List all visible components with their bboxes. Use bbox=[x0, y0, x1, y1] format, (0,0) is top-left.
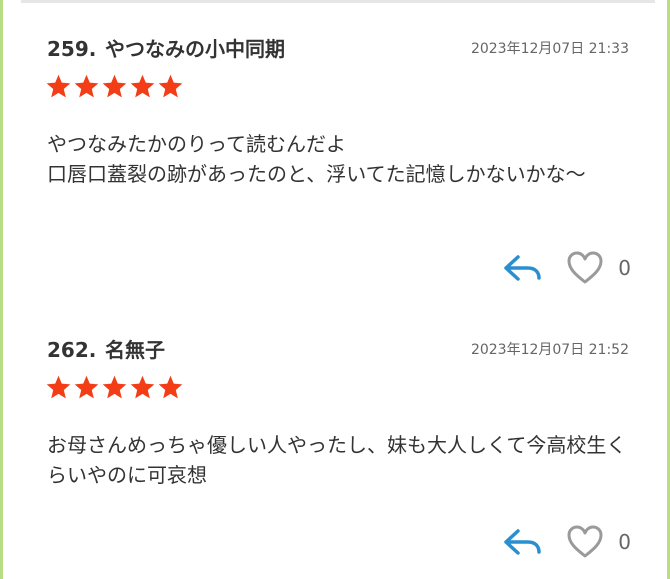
star-icon bbox=[46, 74, 71, 98]
star-icon bbox=[158, 375, 183, 399]
commenter-name: 名無子 bbox=[105, 338, 165, 362]
comment-item: 262. 名無子 2023年12月07日 21:52 お母さんめっちゃ優しい人や… bbox=[21, 310, 655, 579]
star-icon bbox=[74, 375, 99, 399]
comment-date: 2023年12月07日 21:52 bbox=[470, 342, 629, 358]
heart-outline-icon[interactable] bbox=[566, 524, 604, 560]
star-rating bbox=[45, 374, 184, 404]
star-icon bbox=[102, 74, 127, 98]
comment-date: 2023年12月07日 21:33 bbox=[470, 41, 629, 57]
comment-item: 259. やつなみの小中同期 2023年12月07日 21:33 やつなみたかの… bbox=[21, 0, 655, 313]
star-rating bbox=[45, 73, 184, 103]
star-icon bbox=[102, 375, 127, 399]
reply-arrow-icon[interactable] bbox=[502, 525, 544, 559]
heart-outline-icon[interactable] bbox=[566, 250, 604, 286]
comment-body: やつなみたかのりって読むんだよ 口唇口蓋裂の跡があったのと、浮いてた記憶しかない… bbox=[47, 132, 586, 186]
star-icon bbox=[158, 74, 183, 98]
star-icon bbox=[46, 375, 71, 399]
star-icon bbox=[130, 375, 155, 399]
star-icon bbox=[74, 74, 99, 98]
comment-actions: 0 bbox=[502, 522, 631, 562]
comment-list: 259. やつなみの小中同期 2023年12月07日 21:33 やつなみたかの… bbox=[0, 0, 670, 579]
like-count: 0 bbox=[618, 256, 631, 280]
commenter-name: やつなみの小中同期 bbox=[105, 37, 285, 61]
comment-body: お母さんめっちゃ優しい人やったし、妹も大人しくて今高校生くらいやのに可哀想 bbox=[47, 433, 627, 487]
comment-actions: 0 bbox=[502, 248, 631, 288]
like-count: 0 bbox=[618, 530, 631, 554]
star-icon bbox=[130, 74, 155, 98]
comment-header: 259. やつなみの小中同期 2023年12月07日 21:33 bbox=[47, 29, 629, 69]
comment-number: 262. bbox=[47, 338, 97, 362]
comment-number: 259. bbox=[47, 37, 97, 61]
comment-header: 262. 名無子 2023年12月07日 21:52 bbox=[47, 330, 629, 370]
reply-arrow-icon[interactable] bbox=[502, 251, 544, 285]
